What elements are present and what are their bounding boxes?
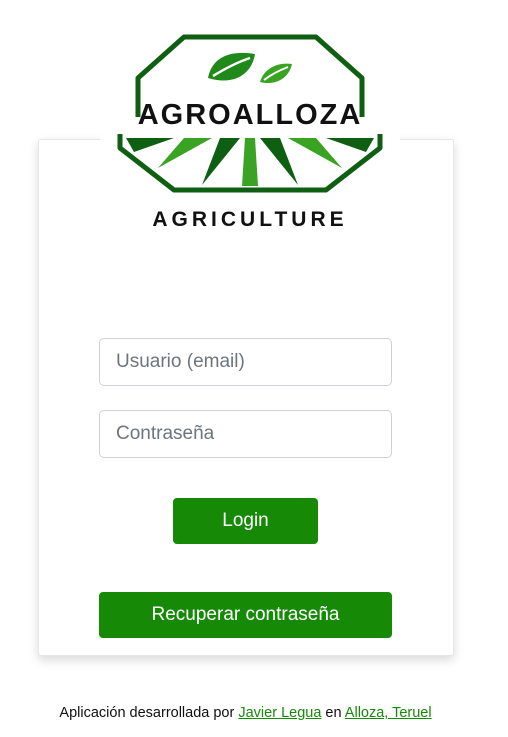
agroalloza-logo: AGROALLOZA AGRICULTURE xyxy=(100,20,400,245)
footer-prefix: Aplicación desarrollada por xyxy=(59,705,235,721)
login-button[interactable]: Login xyxy=(173,498,318,544)
footer-credits: Aplicación desarrollada por Javier Legua… xyxy=(0,705,491,721)
logo-tagline: AGRICULTURE xyxy=(152,208,347,231)
recover-password-button[interactable]: Recuperar contraseña xyxy=(99,592,392,638)
logo-brand-text: AGROALLOZA xyxy=(138,99,363,131)
email-field[interactable] xyxy=(99,338,392,386)
author-link[interactable]: Javier Legua xyxy=(238,705,321,721)
password-field[interactable] xyxy=(99,410,392,458)
location-link[interactable]: Alloza, Teruel xyxy=(345,705,432,721)
footer-connector: en xyxy=(325,705,342,721)
